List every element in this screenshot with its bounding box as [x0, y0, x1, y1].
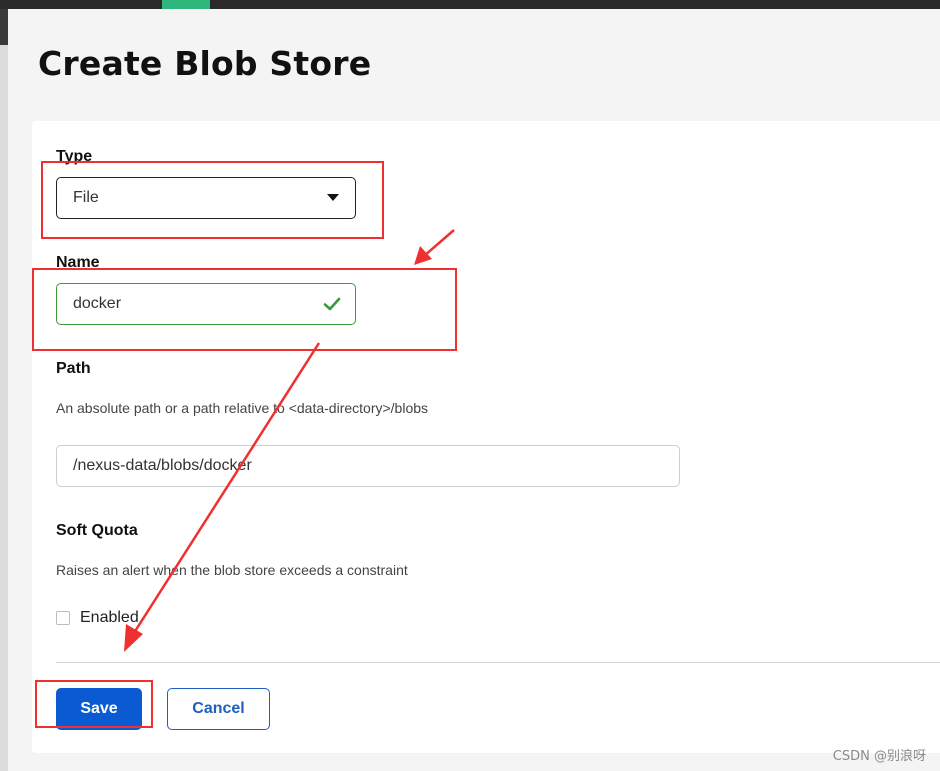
path-input-value: /nexus-data/blobs/docker	[73, 457, 252, 474]
cancel-button[interactable]: Cancel	[167, 688, 270, 730]
watermark: CSDN @别浪呀	[832, 749, 926, 764]
annotation-box-name	[32, 268, 457, 351]
left-gutter	[0, 9, 8, 771]
annotation-box-save	[35, 680, 153, 728]
path-label: Path	[56, 360, 91, 377]
path-help: An absolute path or a path relative to <…	[56, 400, 429, 416]
top-bar	[0, 0, 940, 9]
enabled-checkbox[interactable]	[56, 611, 70, 625]
top-bar-accent	[162, 0, 210, 9]
annotation-box-type	[41, 161, 384, 239]
enabled-label[interactable]: Enabled	[80, 609, 139, 627]
soft-quota-help: Raises an alert when the blob store exce…	[56, 562, 408, 578]
path-input[interactable]: /nexus-data/blobs/docker	[56, 445, 680, 487]
page-title: Create Blob Store	[38, 44, 372, 83]
left-gutter-dark	[0, 9, 8, 45]
soft-quota-label: Soft Quota	[56, 522, 138, 539]
divider	[56, 662, 940, 663]
